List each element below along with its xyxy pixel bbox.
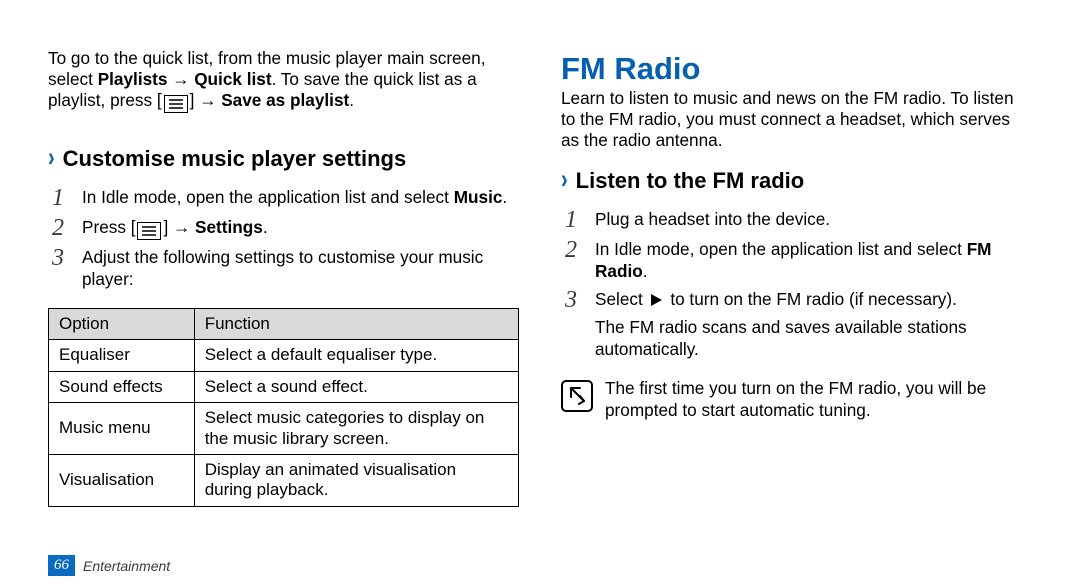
note-icon [561, 380, 593, 412]
steps-listen: Plug a headset into the device. In Idle … [561, 202, 1032, 366]
heading-fm-radio: FM Radio [561, 52, 1032, 86]
sub-text: The FM radio scans and saves available s… [595, 316, 1032, 360]
cell-function: Select a sound effect. [194, 371, 518, 402]
text: Press [ [82, 217, 135, 237]
text: ] → [163, 217, 195, 237]
chevron-right-icon: › [561, 166, 568, 194]
text: In Idle mode, open the application list … [595, 239, 967, 259]
table-header-row: Option Function [49, 309, 519, 340]
col-function: Function [194, 309, 518, 340]
intro-paragraph: To go to the quick list, from the music … [48, 48, 519, 117]
step-1: In Idle mode, open the application list … [48, 186, 519, 210]
text: . [643, 261, 648, 281]
cell-option: Equaliser [49, 340, 195, 371]
cell-function: Display an animated visualisation during… [194, 455, 518, 507]
right-column: FM Radio Learn to listen to music and ne… [561, 48, 1032, 576]
col-option: Option [49, 309, 195, 340]
cell-function: Select a default equaliser type. [194, 340, 518, 371]
left-column: To go to the quick list, from the music … [48, 48, 519, 576]
arrow: → [167, 69, 194, 89]
text: Select [595, 289, 648, 309]
bold-settings: Settings [195, 217, 263, 237]
heading-customise: › Customise music player settings [48, 147, 519, 170]
bold-playlists: Playlists [98, 69, 168, 89]
page-number: 66 [48, 555, 75, 576]
text: Plug a headset into the device. [595, 208, 1032, 230]
text: Learn to listen to music and news on the… [561, 88, 1032, 151]
text: ] → [190, 90, 222, 110]
chevron-right-icon: › [48, 144, 55, 172]
heading-listen: › Listen to the FM radio [561, 169, 1032, 192]
step-3: Adjust the following settings to customi… [48, 246, 519, 290]
text: . [502, 187, 507, 207]
text: to turn on the FM radio (if necessary). [666, 289, 957, 309]
bold-music: Music [454, 187, 503, 207]
options-table: Option Function Equaliser Select a defau… [48, 308, 519, 507]
bold-saveas: Save as playlist [221, 90, 349, 110]
bold-quicklist: Quick list [194, 69, 271, 89]
table-row: Equaliser Select a default equaliser typ… [49, 340, 519, 371]
cell-option: Visualisation [49, 455, 195, 507]
steps-customise: In Idle mode, open the application list … [48, 180, 519, 296]
heading-text: Listen to the FM radio [576, 169, 805, 192]
table-row: Visualisation Display an animated visual… [49, 455, 519, 507]
step-2: In Idle mode, open the application list … [561, 238, 1032, 282]
intro-text: To go to the quick list, from the music … [48, 48, 519, 113]
step-1: Plug a headset into the device. [561, 208, 1032, 232]
play-icon [649, 293, 663, 307]
section-name: Entertainment [83, 558, 170, 574]
step-3: Select to turn on the FM radio (if neces… [561, 288, 1032, 360]
text: . [263, 217, 268, 237]
table-row: Sound effects Select a sound effect. [49, 371, 519, 402]
menu-icon [137, 222, 161, 240]
fm-intro: Learn to listen to music and news on the… [561, 88, 1032, 155]
step-2: Press [ ] → Settings. [48, 216, 519, 240]
note-block: The first time you turn on the FM radio,… [561, 378, 1032, 421]
menu-icon [164, 95, 188, 113]
page: To go to the quick list, from the music … [0, 0, 1080, 586]
page-footer: 66 Entertainment [48, 551, 519, 576]
table-row: Music menu Select music categories to di… [49, 403, 519, 455]
text: In Idle mode, open the application list … [82, 187, 454, 207]
cell-function: Select music categories to display on th… [194, 403, 518, 455]
cell-option: Sound effects [49, 371, 195, 402]
cell-option: Music menu [49, 403, 195, 455]
note-text: The first time you turn on the FM radio,… [605, 378, 1032, 421]
text: Adjust the following settings to customi… [82, 246, 519, 290]
text: . [349, 90, 354, 110]
heading-text: Customise music player settings [63, 147, 407, 170]
